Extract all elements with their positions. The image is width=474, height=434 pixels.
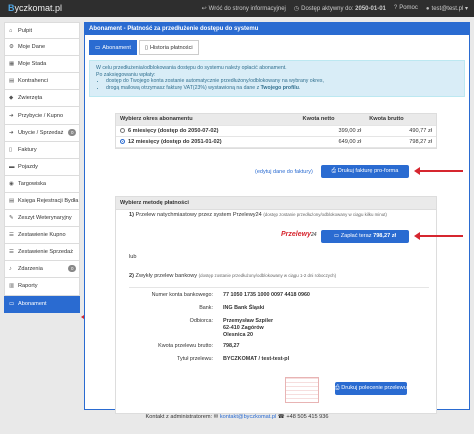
doc-icon: ▯	[9, 146, 13, 153]
radio-6m[interactable]	[120, 127, 125, 133]
help-icon: ?	[393, 5, 398, 11]
sidebar-item-zestawienie-kupno[interactable]: ☰ Zestawienie Kupno	[4, 227, 80, 245]
access-status: ◷ Dostęp aktywny do: 2050-01-01	[293, 6, 386, 12]
email-icon: ✉	[213, 414, 219, 420]
tab-abonament[interactable]: ▭ Abonament	[89, 40, 137, 55]
top-navbar: Byczkomat.pl ↩ Wróć do strony informacyjn…	[0, 0, 474, 17]
panel-title: Abonament - Płatność za przedłużenie dos…	[85, 23, 469, 35]
recipient: Przemysław Szpiler 62-410 Zagórów Olesni…	[223, 318, 274, 338]
sidebar-item-zestawienie-sprzedaz[interactable]: ☰ Zestawienie Sprzedaż	[4, 244, 80, 262]
phone-icon: ☎	[277, 414, 285, 420]
sidebar-item-ksiega[interactable]: ▤ Księga Rejestracji Bydła	[4, 192, 80, 211]
bell-icon: ♪	[9, 266, 12, 273]
sidebar-item-ubycie[interactable]: ➜ Ubycie / Sprzedaż 0	[4, 124, 80, 142]
transfer-form-thumbnail	[285, 377, 319, 403]
grid-icon: ▦	[9, 61, 15, 68]
card-icon: ▭	[333, 233, 341, 239]
sidebar-item-zeszyt[interactable]: ✎ Zeszyt Weterynaryjny	[4, 210, 80, 228]
card-icon: ▭	[95, 45, 101, 51]
or-label: lub	[129, 254, 137, 260]
help-link[interactable]: ? Pomoc	[394, 5, 418, 12]
bank-name: ING Bank Śląski	[223, 305, 265, 311]
clock-icon: ◷	[293, 6, 300, 12]
sidebar-item-pulpit[interactable]: ⌂ Pulpit	[4, 22, 80, 40]
sidebar-item-moje-dane[interactable]: ⚙ Moje Dane	[4, 39, 80, 57]
arrow-in-icon: ➜	[9, 112, 14, 119]
sidebar: ⌂ Pulpit ⚙ Moje Dane ▦ Moje Stada ▤ Kontrahe…	[4, 22, 80, 313]
user-icon: ●	[425, 6, 430, 12]
pin-icon: ◉	[9, 180, 14, 187]
sidebar-item-pojazdy[interactable]: ▬ Pojazdy	[4, 158, 80, 176]
count-badge: 0	[68, 128, 76, 136]
transfer-title: BYCZKOMAT / test-test-pl	[223, 356, 290, 362]
email-link[interactable]: kontakt@byczkomat.pl	[220, 414, 276, 420]
print-proforma-button[interactable]: ⎙ Drukuj fakturę pro-forma	[321, 165, 409, 178]
print-transfer-button[interactable]: ⎙ Drukuj polecenie przelewu	[335, 382, 407, 395]
account-number: 77 1050 1735 1000 0097 4418 0960	[223, 292, 310, 298]
count-badge: 0	[68, 265, 76, 273]
sidebar-item-zdarzenia[interactable]: ♪ Zdarzenia 0	[4, 261, 80, 279]
sidebar-item-zwierzeta[interactable]: ◆ Zwierzęta	[4, 90, 80, 108]
option1-title: 1) Przelew natychmiastowy przez system P…	[129, 212, 387, 218]
app-logo[interactable]: Byczkomat.pl	[8, 3, 62, 13]
option2-title: 2) Zwykły przelew bankowy (dostęp zostan…	[129, 273, 337, 279]
arrow-left-icon: ↩	[201, 6, 207, 12]
sidebar-item-kontrahenci[interactable]: ▤ Kontrahenci	[4, 73, 80, 91]
book-icon: ▤	[9, 78, 15, 85]
info-alert: W celu przedłużenia/odblokowania dostępu…	[89, 60, 465, 97]
list-icon: ☰	[9, 249, 14, 256]
annotation-arrow	[414, 167, 463, 175]
sidebar-item-faktury[interactable]: ▯ Faktury	[4, 141, 80, 159]
chart-icon: ▥	[9, 283, 15, 290]
tag-icon: ◆	[9, 95, 14, 102]
sidebar-item-przybycie[interactable]: ➜ Przybycie / Kupno	[4, 107, 80, 125]
sidebar-item-abonament[interactable]: ▭ Abonament	[4, 295, 80, 313]
arrow-out-icon: ➜	[9, 129, 14, 136]
card-icon: ▭	[9, 300, 15, 307]
home-icon: ⌂	[9, 27, 13, 34]
payment-header: Wybierz metodę płatności	[116, 197, 436, 210]
sidebar-item-raporty[interactable]: ▥ Raporty	[4, 278, 80, 296]
period-table: Wybierz okres abonamentu Kwota netto Kwo…	[115, 113, 437, 149]
period-row-6m[interactable]: 6 miesięcy (dostęp do 2050-07-02) 399,00…	[116, 125, 436, 137]
sidebar-item-moje-stada[interactable]: ▦ Moje Stada	[4, 56, 80, 74]
radio-12m[interactable]	[120, 138, 125, 144]
gear-icon: ⚙	[9, 44, 14, 51]
period-row-12m[interactable]: 12 miesięcy (dostęp do 2051-01-02) 649,0…	[116, 136, 436, 148]
list-icon: ☰	[9, 232, 14, 239]
pencil-icon: ✎	[9, 215, 14, 222]
footer: Kontakt z administratorem: ✉ kontakt@byc…	[145, 414, 329, 420]
back-link[interactable]: ↩ Wróć do strony informacyjnej	[202, 5, 286, 12]
truck-icon: ▬	[9, 163, 15, 170]
annotation-arrow	[414, 232, 463, 240]
main-panel: Abonament - Płatność za przedłużenie dos…	[84, 22, 470, 414]
doc-icon: ▯	[144, 45, 149, 51]
edit-invoice-link[interactable]: (edytuj dane do faktury)	[255, 169, 313, 175]
pay-now-button[interactable]: ▭ Zapłać teraz 798,27 zł	[321, 230, 409, 243]
przelewy24-logo: Przelewy24	[281, 231, 317, 238]
book-icon: ▤	[9, 197, 15, 204]
user-menu[interactable]: ● test@test.pl ▾	[426, 5, 468, 12]
tab-historia[interactable]: ▯ Historia płatności	[138, 40, 199, 55]
transfer-amount: 798,27	[223, 343, 240, 349]
sidebar-item-targowiska[interactable]: ◉ Targowiska	[4, 175, 80, 193]
